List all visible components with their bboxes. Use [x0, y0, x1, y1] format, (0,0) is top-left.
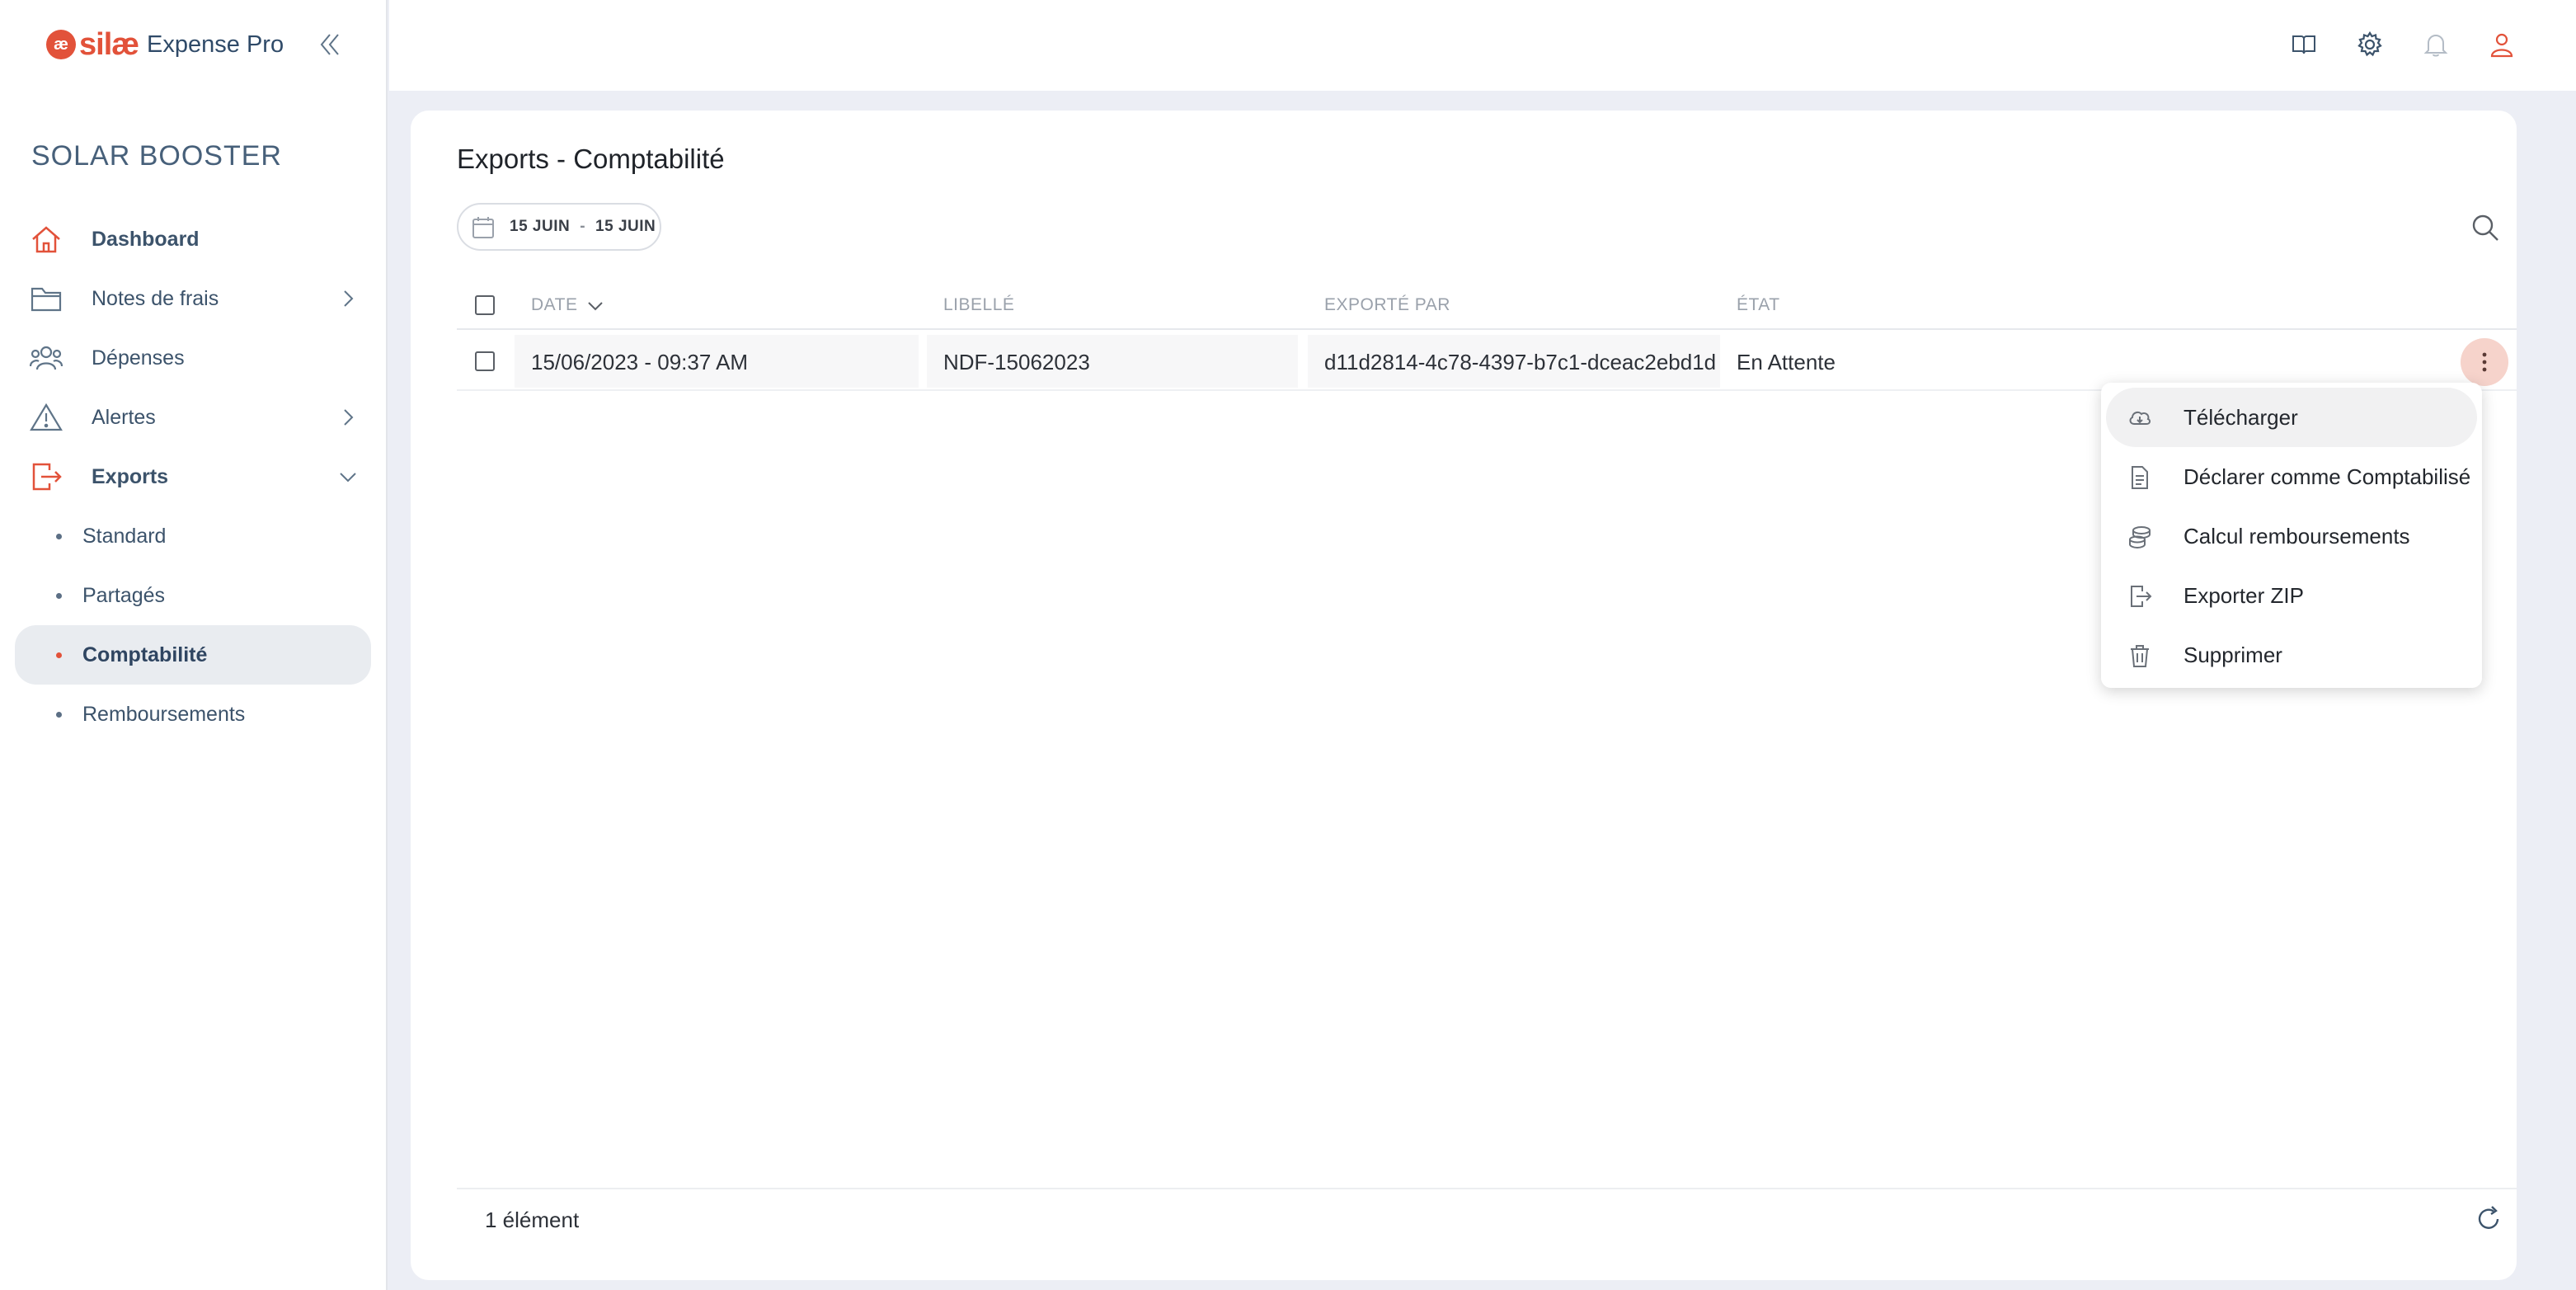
menu-item-label: Supprimer — [2183, 642, 2282, 667]
row-actions-menu: Télécharger Déclarer comme Comptabilisé … — [2101, 383, 2482, 688]
refresh-icon — [2478, 1206, 2499, 1229]
sidebar-item-exports[interactable]: Exports — [0, 447, 388, 506]
sidebar-item-label: Exports — [92, 464, 169, 488]
cell-etat: En Attente — [1737, 350, 1836, 374]
home-icon — [32, 226, 60, 253]
sort-chevron-down-icon[interactable] — [587, 300, 604, 312]
sidebar-subitem-partages[interactable]: Partagés — [0, 566, 388, 625]
cell-exporte-par: d11d2814-4c78-4397-b7c1-dceac2ebd1d — [1324, 350, 1717, 374]
notifications-button[interactable] — [2419, 28, 2452, 61]
menu-item-label: Télécharger — [2183, 404, 2298, 430]
gear-icon — [2357, 31, 2382, 57]
sidebar-subitem-remboursements[interactable]: Remboursements — [0, 685, 388, 744]
book-icon — [2292, 35, 2315, 54]
row-checkbox[interactable] — [475, 351, 495, 371]
brand-product: Expense Pro — [147, 31, 284, 58]
sidebar: æ silæ Expense Pro SOLAR BOOSTER Dashboa… — [0, 0, 388, 1290]
menu-item-exporter-zip[interactable]: Exporter ZIP — [2106, 566, 2477, 625]
date-separator: - — [580, 218, 586, 235]
sidebar-item-label: Alertes — [92, 405, 156, 429]
user-profile-button[interactable] — [2485, 28, 2518, 61]
warning-icon — [30, 403, 63, 431]
date-range-filter[interactable]: 15 JUIN - 15 JUIN — [457, 203, 661, 251]
bullet-icon — [56, 712, 62, 718]
brand-logo[interactable]: æ silæ Expense Pro — [46, 25, 284, 64]
column-header-exporte-par[interactable]: EXPORTÉ PAR — [1324, 295, 1450, 315]
brand-mark: æ — [46, 30, 76, 59]
menu-item-telecharger[interactable]: Télécharger — [2106, 388, 2477, 447]
page-title: Exports - Comptabilité — [457, 144, 725, 174]
sidebar-item-notes-de-frais[interactable]: Notes de frais — [0, 269, 388, 328]
bell-icon — [2423, 34, 2448, 57]
bullet-icon — [56, 652, 62, 658]
refresh-button[interactable] — [2474, 1204, 2503, 1234]
menu-item-declarer-comptabilise[interactable]: Déclarer comme Comptabilisé — [2106, 447, 2477, 506]
sidebar-subitem-label: Comptabilité — [82, 643, 208, 666]
help-book-button[interactable] — [2287, 28, 2320, 61]
cell-date: 15/06/2023 - 09:37 AM — [531, 350, 749, 374]
sidebar-item-depenses[interactable]: Dépenses — [0, 328, 388, 388]
chevron-down-icon — [340, 473, 356, 483]
sidebar-item-alertes[interactable]: Alertes — [0, 388, 388, 447]
folder-icon — [31, 287, 62, 312]
column-header-date[interactable]: DATE — [531, 295, 577, 315]
menu-item-calcul-remboursements[interactable]: Calcul remboursements — [2106, 506, 2477, 566]
sidebar-subitem-label: Standard — [82, 524, 167, 548]
file-export-icon — [2131, 586, 2152, 607]
cell-libelle: NDF-15062023 — [943, 350, 1090, 374]
double-chevron-left-icon — [320, 34, 339, 55]
menu-item-label: Calcul remboursements — [2183, 523, 2410, 548]
document-icon — [2132, 466, 2148, 489]
more-vertical-icon — [2482, 352, 2487, 372]
company-name: SOLAR BOOSTER — [31, 140, 282, 172]
sidebar-item-label: Notes de frais — [92, 286, 219, 310]
settings-button[interactable] — [2353, 28, 2386, 61]
bullet-icon — [56, 593, 62, 599]
sidebar-item-label: Dépenses — [92, 346, 185, 370]
menu-item-supprimer[interactable]: Supprimer — [2106, 625, 2477, 685]
brand-name: silæ — [79, 26, 139, 62]
menu-item-label: Exporter ZIP — [2183, 582, 2304, 608]
row-actions-button[interactable] — [2461, 338, 2508, 386]
chevron-right-icon — [344, 409, 354, 426]
chevron-right-icon — [344, 290, 354, 307]
sidebar-nav: Dashboard Notes de frais Dépenses Alerte… — [0, 210, 388, 744]
sidebar-item-label: Dashboard — [92, 227, 200, 251]
calendar-icon — [472, 217, 494, 238]
date-from: 15 JUIN — [510, 218, 571, 235]
coins-icon — [2129, 526, 2151, 549]
column-header-libelle[interactable]: LIBELLÉ — [943, 295, 1014, 315]
sidebar-item-dashboard[interactable]: Dashboard — [0, 210, 388, 269]
column-header-etat[interactable]: ÉTAT — [1737, 295, 1780, 315]
date-to: 15 JUIN — [595, 218, 656, 235]
menu-item-label: Déclarer comme Comptabilisé — [2183, 464, 2471, 489]
user-icon — [2490, 33, 2513, 58]
sidebar-subitem-standard[interactable]: Standard — [0, 506, 388, 566]
sidebar-subitem-label: Remboursements — [82, 702, 246, 726]
export-icon — [32, 463, 62, 491]
table-header: DATE LIBELLÉ EXPORTÉ PAR ÉTAT — [457, 280, 2517, 330]
item-count: 1 élément — [485, 1208, 580, 1232]
search-button[interactable] — [2469, 211, 2502, 244]
sidebar-subitem-label: Partagés — [82, 583, 166, 607]
trash-icon — [2131, 645, 2149, 667]
footer-divider — [457, 1188, 2517, 1189]
main-card: Exports - Comptabilité 15 JUIN - 15 JUIN… — [411, 111, 2517, 1280]
select-all-checkbox[interactable] — [475, 295, 495, 315]
search-icon — [2472, 214, 2498, 241]
bullet-icon — [56, 534, 62, 539]
top-bar — [389, 0, 2576, 91]
sidebar-subitem-comptabilite[interactable]: Comptabilité — [15, 625, 371, 685]
cloud-download-icon — [2129, 411, 2151, 425]
users-icon — [30, 346, 63, 370]
collapse-sidebar-button[interactable] — [312, 26, 348, 63]
